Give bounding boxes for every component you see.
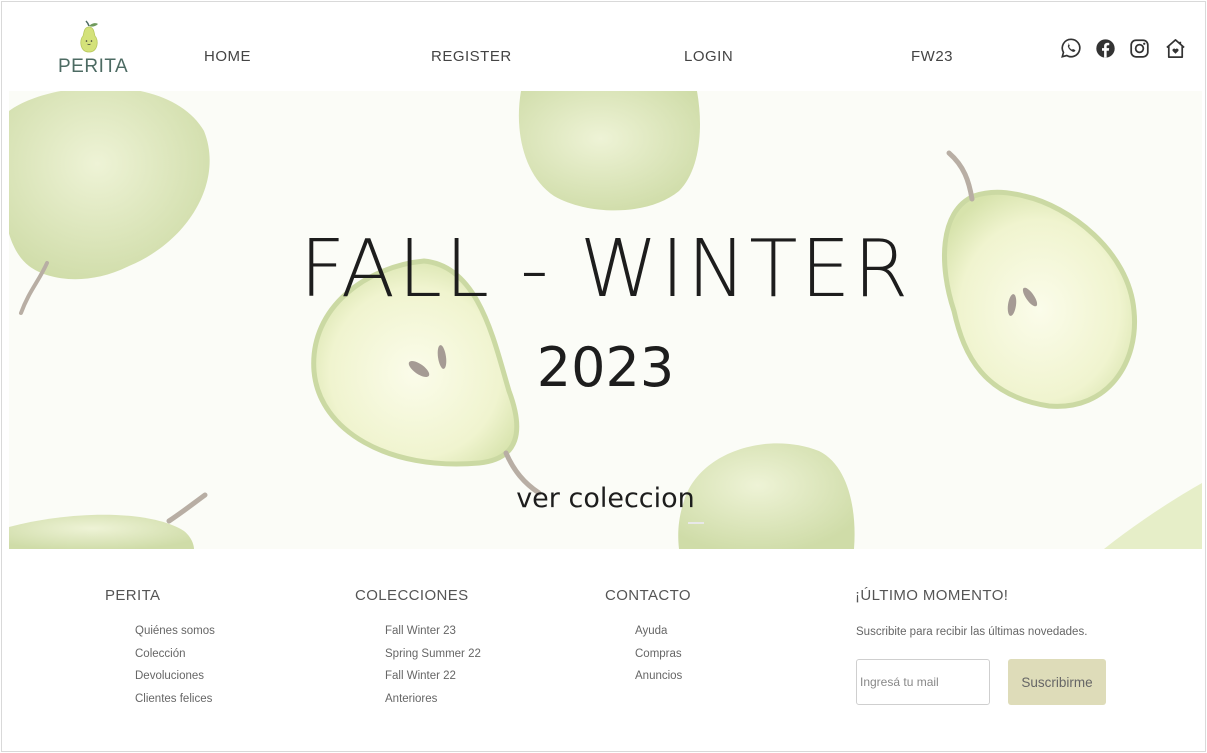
facebook-icon[interactable] (1093, 36, 1117, 60)
home-heart-icon[interactable] (1163, 36, 1187, 60)
brand-name: PERITA (58, 56, 129, 77)
nav-login[interactable]: LOGIN (684, 48, 733, 65)
footer-link-anteriores[interactable]: Anteriores (385, 693, 437, 705)
footer-link-ss22[interactable]: Spring Summer 22 (385, 648, 481, 660)
cta-underline (688, 522, 704, 524)
whatsapp-icon[interactable] (1059, 36, 1083, 60)
footer-link-devoluciones[interactable]: Devoluciones (135, 670, 204, 682)
instagram-icon[interactable] (1127, 36, 1151, 60)
footer-link-clientes-felices[interactable]: Clientes felices (135, 693, 212, 705)
footer-col-colecciones-title: COLECCIONES (355, 587, 469, 604)
newsletter-email-input[interactable] (856, 659, 990, 705)
footer-link-quienes-somos[interactable]: Quiénes somos (135, 625, 215, 637)
view-collection-link[interactable]: ver coleccion (9, 483, 1202, 514)
footer-link-compras[interactable]: Compras (635, 648, 682, 660)
footer-link-fw23[interactable]: Fall Winter 23 (385, 625, 456, 637)
nav-home[interactable]: HOME (204, 48, 251, 65)
footer-link-anuncios[interactable]: Anuncios (635, 670, 682, 682)
footer-link-fw22[interactable]: Fall Winter 22 (385, 670, 456, 682)
footer-col-contacto-title: CONTACTO (605, 587, 691, 604)
page-frame: PERITA HOME REGISTER LOGIN FW23 FALL - W… (1, 1, 1206, 752)
hero-year: 2023 (536, 336, 675, 399)
brand-logo[interactable]: PERITA (58, 20, 129, 80)
footer-link-coleccion[interactable]: Colección (135, 648, 186, 660)
nav-fw23[interactable]: FW23 (911, 48, 953, 65)
pear-pattern-background (9, 91, 1202, 549)
hero-banner: FALL - WINTER 2023 ver coleccion (9, 91, 1202, 549)
nav-register[interactable]: REGISTER (431, 48, 512, 65)
footer-col-perita-title: PERITA (105, 587, 161, 604)
pear-logo-icon (80, 20, 98, 53)
subscribe-button[interactable]: Suscribirme (1008, 659, 1106, 705)
footer-link-ayuda[interactable]: Ayuda (635, 625, 667, 637)
newsletter-title: ¡ÚLTIMO MOMENTO! (855, 587, 1009, 604)
hero-title: FALL - WINTER (299, 223, 912, 315)
newsletter-text: Suscribite para recibir las últimas nove… (856, 626, 1088, 638)
